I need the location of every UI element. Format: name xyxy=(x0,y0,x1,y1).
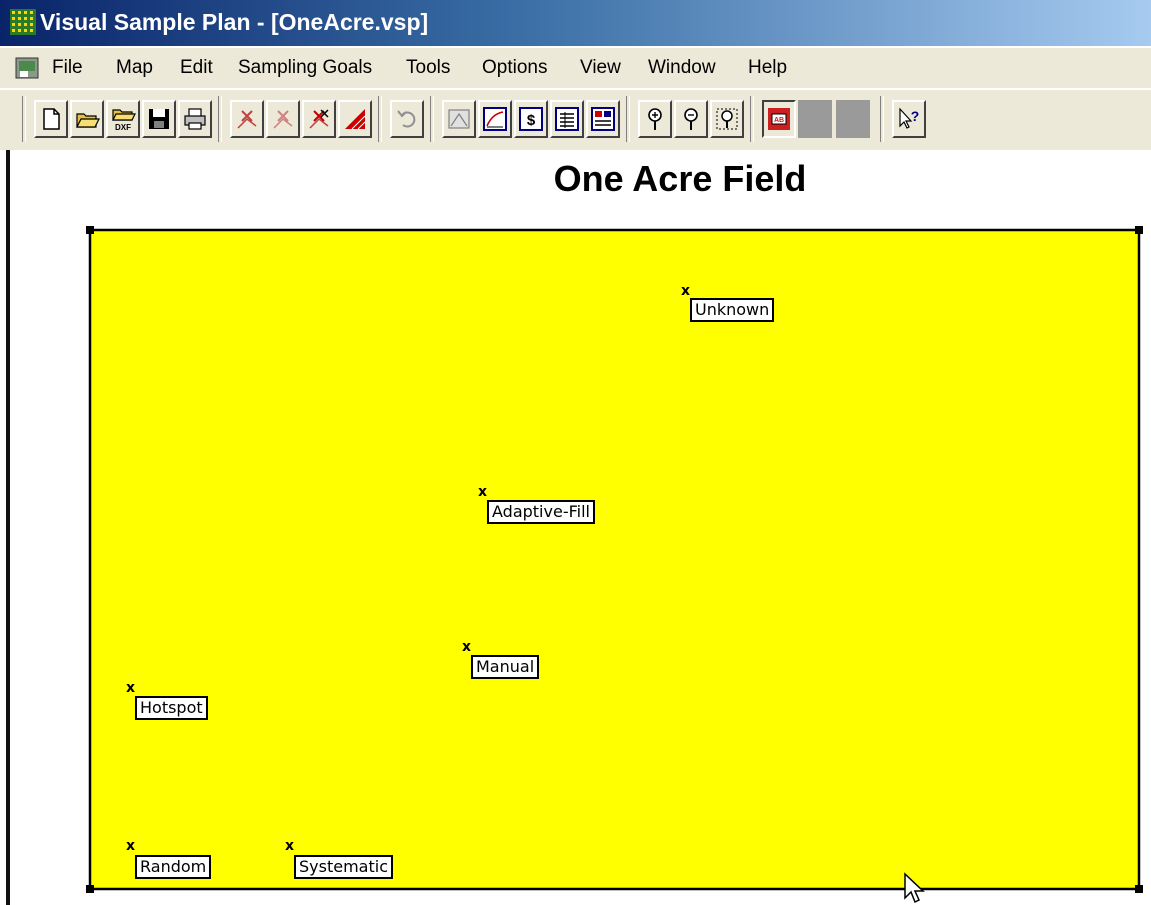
open-dxf-button[interactable]: DXF xyxy=(106,100,140,138)
coordinates-icon xyxy=(591,107,615,131)
vertex-handle[interactable] xyxy=(86,226,94,234)
toolbar-separator xyxy=(378,96,382,142)
triangle-area-button[interactable] xyxy=(338,100,372,138)
zoom-out-icon xyxy=(684,108,698,130)
vertex-handle[interactable] xyxy=(86,885,94,893)
open-button[interactable] xyxy=(70,100,104,138)
menu-edit[interactable]: Edit xyxy=(180,55,213,81)
new-button[interactable] xyxy=(34,100,68,138)
report-button[interactable] xyxy=(550,100,584,138)
menu-options[interactable]: Options xyxy=(482,55,547,81)
toolbar-separator xyxy=(880,96,884,142)
zoom-extent-button[interactable] xyxy=(710,100,744,138)
cost-label: $ xyxy=(527,112,536,129)
delete-sample-button[interactable] xyxy=(302,100,336,138)
move-sample-button[interactable] xyxy=(266,100,300,138)
sample-label-adaptive-fill[interactable]: Adaptive-Fill xyxy=(487,500,595,524)
save-disk-icon xyxy=(149,109,169,129)
sample-label-systematic[interactable]: Systematic xyxy=(294,855,393,879)
toolbar-separator xyxy=(218,96,222,142)
zoom-extent-icon xyxy=(716,108,738,130)
window-title: Visual Sample Plan - [OneAcre.vsp] xyxy=(40,9,429,35)
field-polygon xyxy=(88,228,1141,891)
blank-button-2[interactable] xyxy=(836,100,870,138)
sample-marker-manual[interactable]: x xyxy=(462,640,471,654)
sample-label-unknown[interactable]: Unknown xyxy=(690,298,775,322)
open-folder-icon xyxy=(76,113,100,128)
mouse-pointer-icon xyxy=(904,872,925,904)
sample-marker-systematic[interactable]: x xyxy=(285,839,294,853)
print-button[interactable] xyxy=(178,100,212,138)
open-dxf-icon: DXF xyxy=(112,109,136,132)
vertex-handle[interactable] xyxy=(1135,226,1143,234)
sample-labels-ab: AB xyxy=(774,117,784,124)
add-sample-icon xyxy=(237,110,257,129)
toolbar-separator xyxy=(430,96,434,142)
sample-marker-random[interactable]: x xyxy=(126,839,135,853)
move-sample-icon xyxy=(273,110,293,129)
graph-view-icon xyxy=(483,107,507,131)
zoom-in-icon xyxy=(648,108,662,130)
coordinates-button[interactable] xyxy=(586,100,620,138)
delete-sample-icon xyxy=(309,109,329,129)
sample-labels-toggle-button[interactable]: AB xyxy=(762,100,796,138)
vsp-app-icon xyxy=(10,9,36,35)
printer-icon xyxy=(184,108,206,130)
undo-button[interactable] xyxy=(390,100,424,138)
map-view-icon xyxy=(448,109,470,129)
menu-view[interactable]: View xyxy=(580,55,621,81)
svg-text:?: ? xyxy=(911,108,920,124)
menu-help[interactable]: Help xyxy=(748,55,787,81)
map-view-button[interactable] xyxy=(442,100,476,138)
sample-labels-toggle-icon: AB xyxy=(768,108,790,130)
sample-marker-adaptive-fill[interactable]: x xyxy=(478,485,487,499)
sample-label-manual[interactable]: Manual xyxy=(471,655,540,679)
menu-map[interactable]: Map xyxy=(116,55,153,81)
add-sample-button[interactable] xyxy=(230,100,264,138)
menu-file[interactable]: File xyxy=(52,55,83,81)
zoom-in-button[interactable] xyxy=(638,100,672,138)
menu-bar xyxy=(0,48,1151,88)
undo-icon xyxy=(397,110,416,128)
cost-button[interactable]: $ xyxy=(514,100,548,138)
field-map[interactable] xyxy=(80,220,1151,900)
sample-marker-hotspot[interactable]: x xyxy=(126,681,135,695)
menu-window[interactable]: Window xyxy=(648,55,716,81)
title-bar: Visual Sample Plan - [OneAcre.vsp] xyxy=(0,0,1151,46)
toolbar-separator xyxy=(750,96,754,142)
triangle-area-icon xyxy=(345,109,366,130)
dxf-label: DXF xyxy=(115,123,131,132)
toolbar-separator xyxy=(22,96,26,142)
cost-icon: $ xyxy=(519,107,543,131)
context-help-button[interactable]: ? xyxy=(892,100,926,138)
new-document-icon xyxy=(43,108,60,130)
map-title: One Acre Field xyxy=(553,158,807,199)
toolbar-separator xyxy=(626,96,630,142)
sample-marker-unknown[interactable]: x xyxy=(681,284,690,298)
menu-sampling-goals[interactable]: Sampling Goals xyxy=(238,55,372,81)
vertex-handle[interactable] xyxy=(1135,885,1143,893)
blank-button-1[interactable] xyxy=(798,100,832,138)
save-button[interactable] xyxy=(142,100,176,138)
menu-tools[interactable]: Tools xyxy=(406,55,450,81)
document-window-icon[interactable] xyxy=(14,55,42,81)
context-help-icon: ? xyxy=(899,107,920,129)
graph-view-button[interactable] xyxy=(478,100,512,138)
window-left-border xyxy=(6,150,10,905)
report-icon xyxy=(555,107,579,131)
zoom-out-button[interactable] xyxy=(674,100,708,138)
sample-label-random[interactable]: Random xyxy=(135,855,212,879)
sample-label-hotspot[interactable]: Hotspot xyxy=(135,696,208,720)
